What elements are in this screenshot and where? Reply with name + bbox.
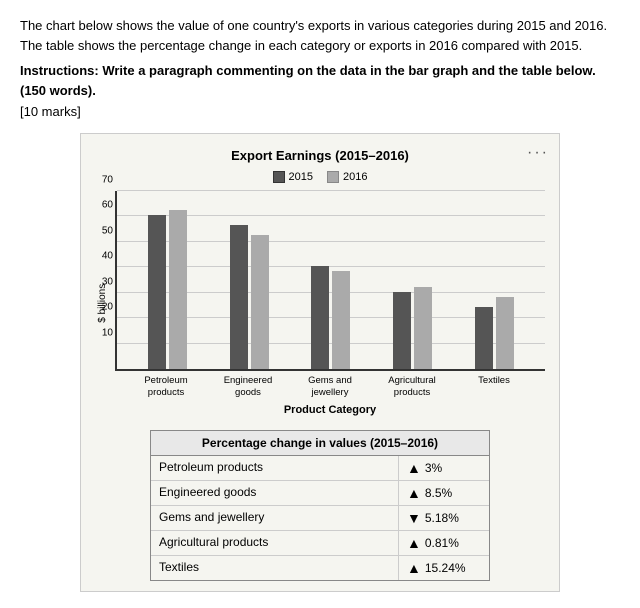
- chart-container: ··· Export Earnings (2015–2016) 2015 201…: [80, 133, 560, 592]
- y-tick-label: 40: [102, 251, 113, 262]
- table-cell-category: Petroleum products: [151, 456, 399, 480]
- more-options-icon[interactable]: ···: [527, 144, 549, 162]
- table-cell-value: ▲ 3%: [399, 456, 489, 480]
- y-tick-label: 20: [102, 302, 113, 313]
- legend-box-2016: [327, 171, 339, 183]
- x-label: Engineered goods: [218, 375, 278, 400]
- table-row: Petroleum products ▲ 3%: [151, 456, 489, 481]
- y-tick-label: 30: [102, 276, 113, 287]
- table-cell-category: Textiles: [151, 556, 399, 580]
- grid-area: 10203040506070: [115, 191, 545, 371]
- table-cell-value: ▲ 0.81%: [399, 531, 489, 555]
- table-header: Percentage change in values (2015–2016): [151, 431, 489, 456]
- chart-body: $ billions 10203040506070 Petroleum prod…: [95, 191, 545, 416]
- x-label: Gems and jewellery: [300, 375, 360, 400]
- arrow-up-icon: ▲: [407, 460, 421, 476]
- table-row: Engineered goods ▲ 8.5%: [151, 481, 489, 506]
- table-row: Textiles ▲ 15.24%: [151, 556, 489, 580]
- bar-group: [230, 225, 269, 369]
- y-tick-label: 70: [102, 175, 113, 186]
- bar-2015: [230, 225, 248, 369]
- bar-group: [148, 210, 187, 369]
- table-cell-category: Agricultural products: [151, 531, 399, 555]
- description-text: The chart below shows the value of one c…: [20, 16, 620, 55]
- legend-box-2015: [273, 171, 285, 183]
- table-cell-category: Gems and jewellery: [151, 506, 399, 530]
- bar-2016: [414, 287, 432, 369]
- table-container: Percentage change in values (2015–2016) …: [150, 430, 490, 581]
- arrow-up-icon: ▲: [407, 560, 421, 576]
- table-cell-value: ▲ 8.5%: [399, 481, 489, 505]
- table-row: Gems and jewellery ▼ 5.18%: [151, 506, 489, 531]
- x-axis-title: Product Category: [115, 404, 545, 416]
- x-label: Petroleum products: [136, 375, 196, 400]
- bar-2015: [148, 215, 166, 369]
- y-tick-label: 50: [102, 225, 113, 236]
- x-label: Agricultural products: [382, 375, 442, 400]
- legend-2016: 2016: [327, 171, 367, 183]
- marks-text: [10 marks]: [20, 104, 620, 119]
- percentage-value: 5.18%: [425, 511, 459, 525]
- percentage-value: 3%: [425, 461, 442, 475]
- bar-2015: [393, 292, 411, 369]
- chart-legend: 2015 2016: [95, 171, 545, 183]
- table-cell-value: ▲ 15.24%: [399, 556, 489, 580]
- y-tick-label: 10: [102, 327, 113, 338]
- legend-label-2016: 2016: [343, 171, 367, 183]
- percentage-value: 0.81%: [425, 536, 459, 550]
- legend-2015: 2015: [273, 171, 313, 183]
- arrow-up-icon: ▲: [407, 485, 421, 501]
- bar-2015: [475, 307, 493, 369]
- bar-2016: [496, 297, 514, 369]
- bar-group: [475, 297, 514, 369]
- table-body: Petroleum products ▲ 3% Engineered goods ▲ 8.…: [151, 456, 489, 580]
- bar-group: [393, 287, 432, 369]
- bar-2016: [251, 235, 269, 369]
- x-label: Textiles: [464, 375, 524, 400]
- bar-2016: [332, 271, 350, 369]
- table-cell-value: ▼ 5.18%: [399, 506, 489, 530]
- y-tick-label: 60: [102, 200, 113, 211]
- chart-inner: 10203040506070 Petroleum products Enginee…: [115, 191, 545, 416]
- instructions-text: Instructions: Write a paragraph commenti…: [20, 61, 620, 100]
- legend-label-2015: 2015: [289, 171, 313, 183]
- bar-group: [311, 266, 350, 369]
- table-row: Agricultural products ▲ 0.81%: [151, 531, 489, 556]
- x-labels: Petroleum products Engineered goods Gems a…: [115, 371, 545, 400]
- percentage-value: 8.5%: [425, 486, 452, 500]
- chart-title: Export Earnings (2015–2016): [95, 148, 545, 163]
- bar-2015: [311, 266, 329, 369]
- arrow-up-icon: ▲: [407, 535, 421, 551]
- percentage-value: 15.24%: [425, 561, 466, 575]
- arrow-down-icon: ▼: [407, 510, 421, 526]
- bars-container: [117, 191, 545, 369]
- bar-2016: [169, 210, 187, 369]
- table-cell-category: Engineered goods: [151, 481, 399, 505]
